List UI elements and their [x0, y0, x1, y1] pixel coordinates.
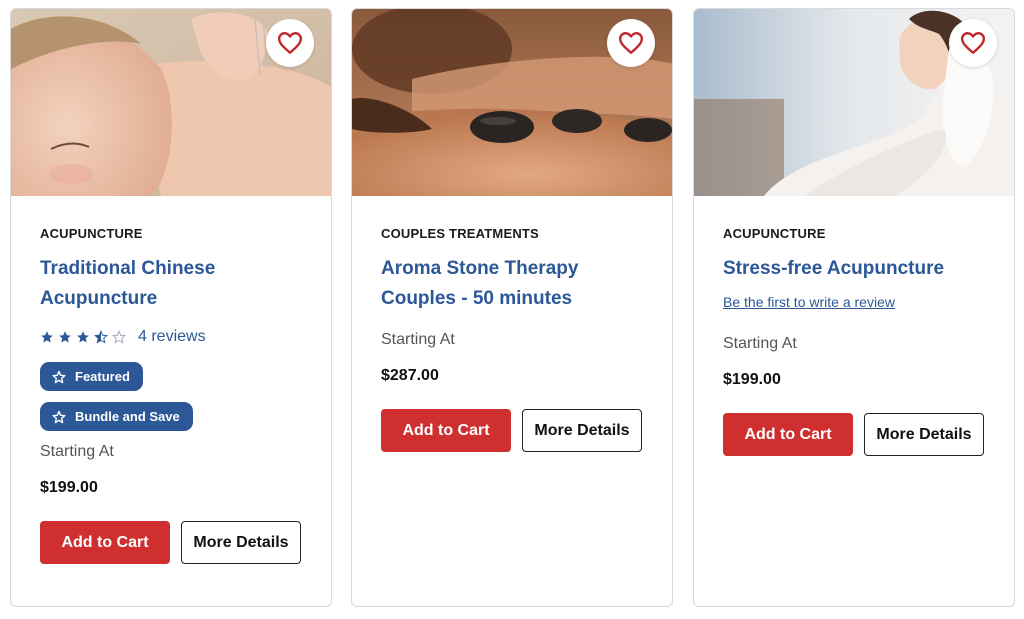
- star-outline-icon: [52, 410, 66, 423]
- bundle-badge: Bundle and Save: [40, 402, 193, 431]
- starting-at-label: Starting At: [40, 443, 114, 460]
- button-row: Add to Cart More Details: [381, 409, 643, 452]
- badge-label: Bundle and Save: [75, 409, 180, 424]
- more-details-button[interactable]: More Details: [181, 521, 301, 564]
- favorite-button[interactable]: [607, 19, 655, 67]
- add-to-cart-button[interactable]: Add to Cart: [381, 409, 511, 452]
- more-details-button[interactable]: More Details: [522, 409, 642, 452]
- more-details-button[interactable]: More Details: [864, 413, 984, 456]
- product-category: COUPLES TREATMENTS: [381, 226, 539, 241]
- star-outline-icon: [52, 370, 66, 383]
- product-title[interactable]: Aroma Stone Therapy Couples - 50 minutes: [381, 254, 643, 314]
- button-row: Add to Cart More Details: [40, 521, 302, 564]
- product-image[interactable]: [11, 9, 331, 196]
- product-category: ACUPUNCTURE: [723, 226, 826, 241]
- favorite-button[interactable]: [266, 19, 314, 67]
- product-image[interactable]: [694, 9, 1014, 196]
- badge-list: Featured Bundle and Save: [40, 362, 302, 442]
- star-icon: [77, 331, 89, 343]
- badge-label: Featured: [75, 369, 130, 384]
- write-review-link[interactable]: Be the first to write a review: [723, 294, 895, 310]
- heart-icon: [960, 32, 986, 54]
- starting-at-label: Starting At: [381, 331, 455, 348]
- add-to-cart-button[interactable]: Add to Cart: [40, 521, 170, 564]
- heart-icon: [618, 32, 644, 54]
- product-card: ACUPUNCTURE Traditional Chinese Acupunct…: [10, 8, 332, 607]
- star-icon: [59, 331, 71, 343]
- star-icon: [41, 331, 53, 343]
- product-card: COUPLES TREATMENTS Aroma Stone Therapy C…: [351, 8, 673, 607]
- product-price: $199.00: [40, 479, 98, 496]
- product-card: ACUPUNCTURE Stress-free Acupuncture Be t…: [693, 8, 1015, 607]
- product-category: ACUPUNCTURE: [40, 226, 143, 241]
- product-title[interactable]: Stress-free Acupuncture: [723, 254, 985, 284]
- product-grid: ACUPUNCTURE Traditional Chinese Acupunct…: [0, 0, 1024, 619]
- star-half-icon: [94, 330, 108, 344]
- button-row: Add to Cart More Details: [723, 413, 985, 456]
- reviews-link[interactable]: 4 reviews: [138, 328, 206, 346]
- star-rating: [40, 330, 126, 344]
- featured-badge: Featured: [40, 362, 143, 391]
- product-price: $199.00: [723, 371, 781, 388]
- star-empty-icon: [112, 330, 126, 344]
- add-to-cart-button[interactable]: Add to Cart: [723, 413, 853, 456]
- product-title[interactable]: Traditional Chinese Acupuncture: [40, 254, 302, 314]
- rating-row: 4 reviews: [40, 326, 302, 348]
- heart-icon: [277, 32, 303, 54]
- favorite-button[interactable]: [949, 19, 997, 67]
- product-price: $287.00: [381, 367, 439, 384]
- product-image[interactable]: [352, 9, 672, 196]
- starting-at-label: Starting At: [723, 335, 797, 352]
